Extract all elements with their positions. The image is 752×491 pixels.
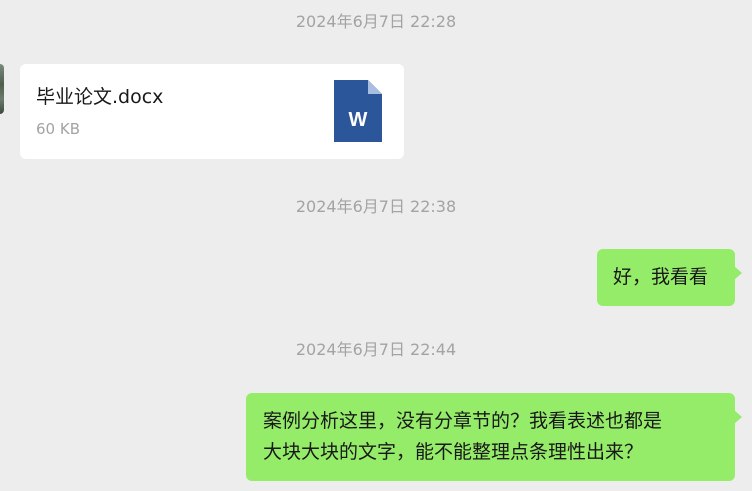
file-name: 毕业论文.docx	[36, 86, 164, 108]
message-line: 大块大块的文字，能不能整理点条理性出来？	[263, 441, 644, 463]
file-message-card[interactable]: 毕业论文.docx 60 KB W	[20, 64, 404, 159]
message-text: 好，我看看	[613, 266, 709, 288]
file-size: 60 KB	[36, 120, 80, 138]
timestamp: 2024年6月7日 22:38	[295, 197, 457, 216]
timestamp: 2024年6月7日 22:28	[295, 12, 457, 31]
word-document-icon: W	[334, 80, 382, 142]
avatar[interactable]	[0, 64, 4, 114]
outgoing-message-bubble[interactable]: 好，我看看	[597, 249, 742, 306]
outgoing-message-bubble[interactable]: 案例分析这里，没有分章节的？我看表述也都是 大块大块的文字，能不能整理点条理性出…	[246, 393, 742, 481]
word-icon-letter: W	[349, 109, 368, 131]
message-text: 案例分析这里，没有分章节的？我看表述也都是 大块大块的文字，能不能整理点条理性出…	[263, 406, 723, 468]
timestamp: 2024年6月7日 22:44	[295, 340, 457, 359]
message-line: 案例分析这里，没有分章节的？我看表述也都是	[263, 410, 663, 432]
